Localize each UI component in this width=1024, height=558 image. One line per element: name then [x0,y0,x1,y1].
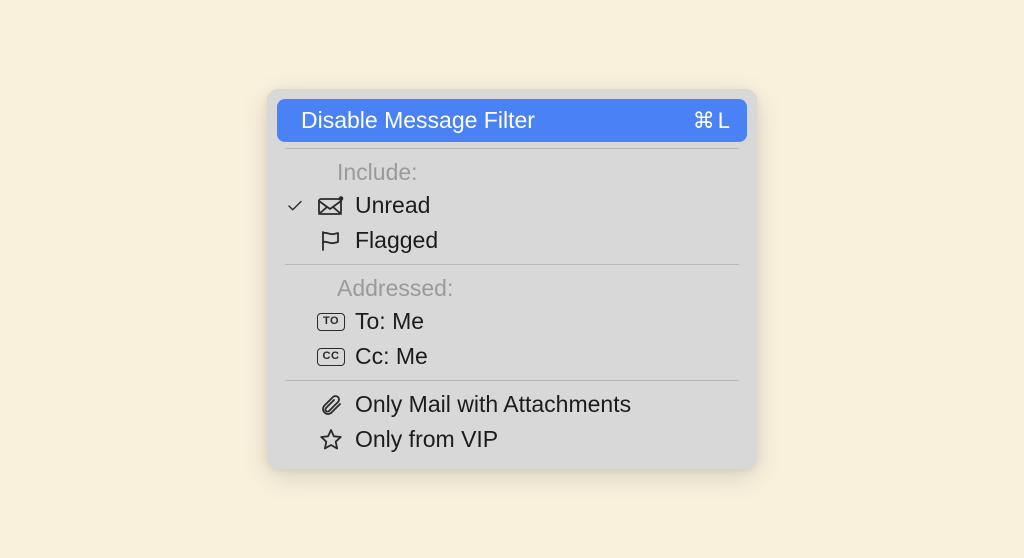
filter-menu: Disable Message Filter ⌘L Include: Unrea… [267,89,757,469]
filter-vip-label: Only from VIP [355,426,739,453]
cc-badge-icon: CC [317,348,345,366]
shortcut-key: L [718,108,731,134]
filter-flagged-label: Flagged [355,227,739,254]
include-header: Include: [277,155,747,188]
star-icon [317,428,345,452]
filter-to-me-label: To: Me [355,308,739,335]
paperclip-icon [317,393,345,417]
filter-cc-me-label: Cc: Me [355,343,739,370]
disable-filter-item[interactable]: Disable Message Filter ⌘L [277,99,747,142]
filter-attachments-item[interactable]: Only Mail with Attachments [277,387,747,422]
command-icon: ⌘ [693,110,716,132]
flag-icon [317,230,345,252]
addressed-header: Addressed: [277,271,747,304]
check-icon [283,197,307,215]
filter-cc-me-item[interactable]: CC Cc: Me [277,339,747,374]
filter-to-me-item[interactable]: TO To: Me [277,304,747,339]
filter-vip-item[interactable]: Only from VIP [277,422,747,457]
filter-flagged-item[interactable]: Flagged [277,223,747,258]
divider [285,264,739,265]
to-badge-icon: TO [317,313,345,331]
divider [285,380,739,381]
filter-unread-label: Unread [355,192,739,219]
disable-filter-label: Disable Message Filter [301,107,693,134]
filter-unread-item[interactable]: Unread [277,188,747,223]
divider [285,148,739,149]
envelope-unread-icon [317,196,345,216]
filter-attachments-label: Only Mail with Attachments [355,391,739,418]
shortcut-label: ⌘L [693,108,731,134]
